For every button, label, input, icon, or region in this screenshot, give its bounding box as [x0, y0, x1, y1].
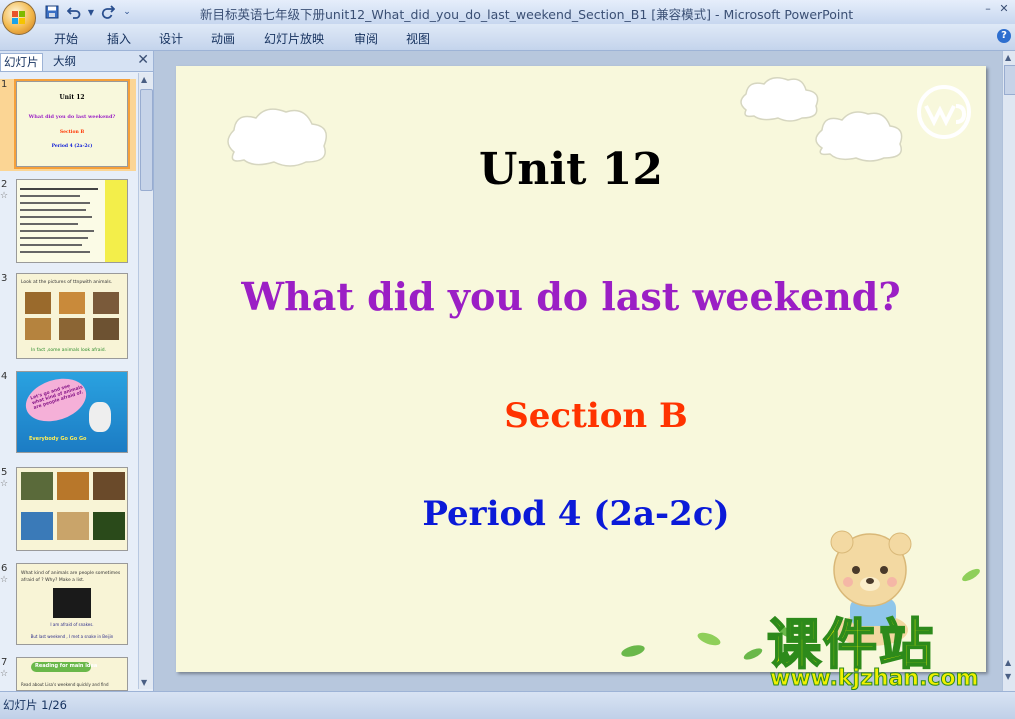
- thumb-section: Section B: [59, 130, 85, 135]
- slide-thumbnail-2[interactable]: 2 ☆: [0, 179, 136, 267]
- help-icon[interactable]: ?: [997, 29, 1011, 43]
- scroll-up-icon[interactable]: ▲: [141, 75, 147, 84]
- dropdown-arrow-icon[interactable]: ▼: [86, 3, 96, 21]
- leaf-icon: [697, 632, 721, 646]
- ribbon-tabs: 开始 插入 设计 动画 幻灯片放映 审阅 视图 ?: [0, 24, 1015, 51]
- scroll-thumb[interactable]: [140, 89, 153, 191]
- tab-slideshow[interactable]: 幻灯片放映: [264, 30, 324, 47]
- slide-thumbnail-6[interactable]: 6 ☆ What kind of animals are people some…: [0, 563, 136, 647]
- animal-photo: [93, 472, 125, 500]
- thumbnail-number: 1: [1, 79, 8, 90]
- animation-star-icon: ☆: [0, 191, 9, 201]
- animal-photo: [57, 472, 89, 500]
- close-panel-icon[interactable]: ✕: [137, 52, 149, 68]
- leaf-icon: [743, 648, 763, 660]
- yellow-strip: [105, 180, 127, 262]
- thumbnail-number: 3: [1, 273, 8, 284]
- thumbnail-number: 5: [1, 467, 8, 478]
- panel-tabs: 幻灯片 大纲 ✕: [0, 51, 153, 72]
- undo-icon[interactable]: [64, 3, 84, 21]
- window-title: 新目标英语七年级下册unit12_What_did_you_do_last_we…: [200, 7, 854, 22]
- animal-photo: [21, 472, 53, 500]
- tab-animations[interactable]: 动画: [211, 30, 235, 47]
- thumb-subtitle: What did you do last weekend?: [28, 114, 116, 120]
- tab-insert[interactable]: 插入: [107, 30, 131, 47]
- slides-panel: 幻灯片 大纲 ✕ 1 Unit 12 What did you do last …: [0, 51, 154, 691]
- tab-home[interactable]: 开始: [54, 30, 78, 47]
- title-bar: ▼ ⌄ 新目标英语七年级下册unit12_What_did_you_do_las…: [0, 0, 1015, 35]
- office-button[interactable]: [2, 1, 36, 35]
- slide-thumbnail-7[interactable]: 7 ☆ Reading for main idea Read about Lis…: [0, 657, 136, 691]
- slide-title[interactable]: Unit 12: [176, 144, 976, 195]
- editor-scrollbar[interactable]: ▲ ▲ ▼: [1002, 51, 1015, 691]
- slide-subtitle[interactable]: What did you do last weekend?: [176, 274, 976, 319]
- text-lines: [20, 186, 100, 258]
- animal-photo: [93, 318, 119, 340]
- emblem-logo-icon: [917, 85, 971, 139]
- thumbnail-number: 6: [1, 563, 8, 574]
- scroll-thumb[interactable]: [1004, 65, 1015, 95]
- animal-photo: [21, 512, 53, 540]
- tab-design[interactable]: 设计: [159, 30, 183, 47]
- tab-review[interactable]: 审阅: [354, 30, 378, 47]
- cartoon-character: [89, 402, 111, 432]
- prev-slide-icon[interactable]: ▲: [1005, 658, 1011, 667]
- watermark-url: www.kjzhan.com: [770, 666, 980, 692]
- thumb-caption: I am afraid of snakes.: [50, 622, 94, 627]
- thumb-caption: Look at the pictures of ttnpwith animals…: [21, 280, 113, 285]
- tab-view[interactable]: 视图: [406, 30, 430, 47]
- tab-slides[interactable]: 幻灯片: [0, 53, 43, 71]
- panel-scrollbar[interactable]: ▲ ▼: [138, 73, 153, 689]
- animal-photo: [25, 318, 51, 340]
- snake-photo: [53, 588, 91, 618]
- window-controls: – ✕: [981, 2, 1011, 16]
- animal-photo: [59, 292, 85, 314]
- office-logo-icon: [12, 11, 26, 25]
- animal-photo: [25, 292, 51, 314]
- animation-star-icon: ☆: [0, 669, 9, 679]
- minimize-icon[interactable]: –: [981, 2, 995, 16]
- quick-access-toolbar: ▼ ⌄: [42, 3, 134, 21]
- customize-toolbar-icon[interactable]: ⌄: [120, 3, 134, 21]
- slide-section[interactable]: Section B: [191, 396, 986, 436]
- close-window-icon[interactable]: ✕: [997, 2, 1011, 16]
- thumb-caption: Read about Lisa's weekend quickly and fi…: [21, 682, 109, 687]
- thumbnail-number: 4: [1, 371, 8, 382]
- animal-photo: [93, 292, 119, 314]
- thumbnail-number: 7: [1, 657, 8, 668]
- status-bar: 幻灯片 1/26: [0, 691, 1015, 719]
- animal-photo: [57, 512, 89, 540]
- animal-photo: [59, 318, 85, 340]
- thumb-period: Period 4 (2a-2c): [51, 144, 93, 149]
- scroll-down-icon[interactable]: ▼: [141, 678, 147, 687]
- thumb-caption: But last weekend , I met a snake in Beij…: [30, 634, 114, 639]
- next-slide-icon[interactable]: ▼: [1005, 672, 1011, 681]
- thumbnail-number: 2: [1, 179, 8, 190]
- slide-indicator: 幻灯片 1/26: [3, 698, 67, 712]
- animation-star-icon: ☆: [0, 479, 9, 489]
- thumb-caption: In fact ,some animals look afraid.: [31, 348, 107, 353]
- scroll-up-icon[interactable]: ▲: [1005, 53, 1011, 62]
- thumb-caption: Reading for main idea: [35, 663, 98, 669]
- redo-icon[interactable]: [98, 3, 118, 21]
- thumb-caption: What kind of animals are people sometime…: [21, 571, 121, 583]
- slide-thumbnail-3[interactable]: 3 Look at the pictures of ttnpwith anima…: [0, 273, 136, 361]
- slide-thumbnail-5[interactable]: 5 ☆: [0, 467, 136, 553]
- thumb-caption: Everybody Go Go Go: [29, 436, 87, 442]
- slide-canvas[interactable]: Unit 12 What did you do last weekend? Se…: [176, 66, 986, 672]
- slide-thumbnail-1[interactable]: 1 Unit 12 What did you do last weekend? …: [0, 79, 136, 171]
- leaf-icon: [962, 568, 980, 582]
- tab-outline[interactable]: 大纲: [50, 53, 79, 70]
- animal-photo: [93, 512, 125, 540]
- leaf-icon: [621, 645, 645, 657]
- save-icon[interactable]: [42, 3, 62, 21]
- animation-star-icon: ☆: [0, 575, 9, 585]
- thumb-title: Unit 12: [59, 94, 85, 101]
- slide-thumbnail-4[interactable]: 4 Let's go and see what kind of animals …: [0, 371, 136, 455]
